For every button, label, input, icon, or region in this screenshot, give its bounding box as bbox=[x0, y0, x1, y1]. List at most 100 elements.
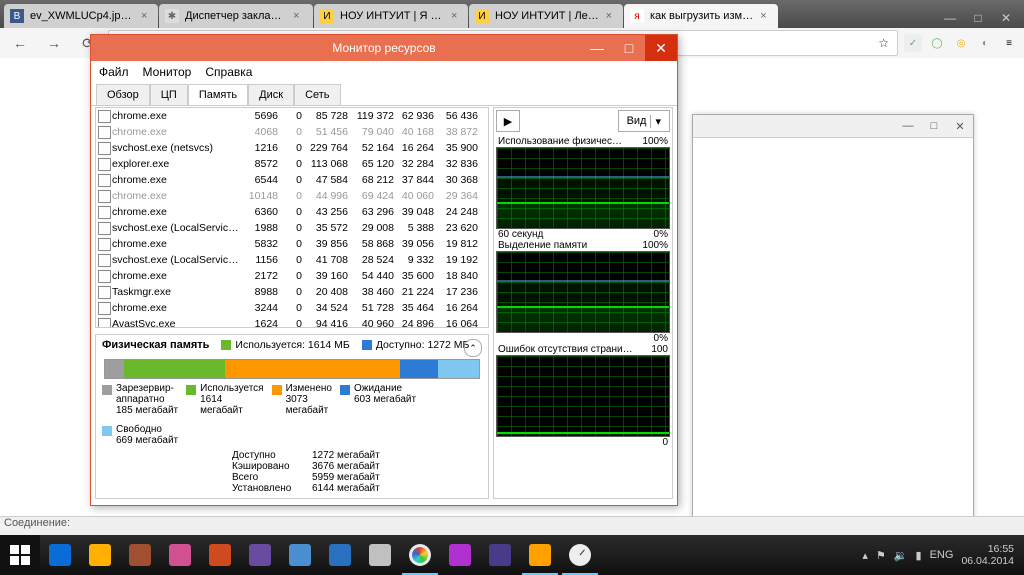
graph-panel: Выделение памяти100% 0% bbox=[496, 240, 670, 344]
checkbox[interactable] bbox=[96, 222, 112, 235]
taskbar-app-icon[interactable] bbox=[40, 535, 80, 575]
checkbox[interactable] bbox=[96, 286, 112, 299]
close-icon[interactable]: ✕ bbox=[992, 8, 1020, 28]
process-row[interactable]: chrome.exe 3244 0 34 524 51 728 35 464 1… bbox=[96, 300, 488, 316]
mem-stat-row: Всего5959 мегабайт bbox=[232, 472, 482, 483]
browser-tab[interactable]: якак выгрузить изменен…× bbox=[624, 4, 778, 28]
resmon-tab[interactable]: ЦП bbox=[150, 84, 188, 105]
process-list[interactable]: chrome.exe 5696 0 85 728 119 372 62 936 … bbox=[95, 107, 489, 328]
taskbar-app-icon[interactable] bbox=[560, 535, 600, 575]
resmon-title-text: Монитор ресурсов bbox=[332, 41, 435, 55]
process-row[interactable]: svchost.exe (LocalServiceNo… 1988 0 35 5… bbox=[96, 220, 488, 236]
process-row[interactable]: chrome.exe 4068 0 51 456 79 040 40 168 3… bbox=[96, 124, 488, 140]
process-row[interactable]: chrome.exe 2172 0 39 160 54 440 35 600 1… bbox=[96, 268, 488, 284]
resmon-maximize-icon[interactable]: □ bbox=[613, 35, 645, 61]
ext-icon-1[interactable]: ✓ bbox=[904, 34, 922, 52]
view-dropdown[interactable]: Вид▾ bbox=[618, 110, 670, 132]
taskbar-app-icon[interactable] bbox=[240, 535, 280, 575]
process-name: chrome.exe bbox=[112, 110, 242, 122]
maximize-icon[interactable]: □ bbox=[964, 8, 992, 28]
bookmark-icon[interactable]: ☆ bbox=[878, 36, 889, 50]
tab-close-icon[interactable]: × bbox=[451, 10, 460, 22]
resmon-left-pane: chrome.exe 5696 0 85 728 119 372 62 936 … bbox=[95, 107, 489, 499]
taskbar-app-icon[interactable] bbox=[280, 535, 320, 575]
resmon-minimize-icon[interactable]: — bbox=[581, 35, 613, 61]
collapse-button[interactable]: ⌃ bbox=[464, 339, 482, 357]
process-row[interactable]: chrome.exe 6360 0 43 256 63 296 39 048 2… bbox=[96, 204, 488, 220]
minimize-icon[interactable]: — bbox=[936, 8, 964, 28]
taskbar-app-icon[interactable] bbox=[320, 535, 360, 575]
checkbox[interactable] bbox=[96, 126, 112, 139]
forward-button[interactable]: → bbox=[40, 30, 68, 56]
graph-nav-button[interactable]: ▶ bbox=[496, 110, 520, 132]
resmon-close-icon[interactable]: ✕ bbox=[645, 35, 677, 61]
checkbox[interactable] bbox=[96, 190, 112, 203]
resmon-tab[interactable]: Память bbox=[188, 84, 248, 105]
checkbox[interactable] bbox=[96, 270, 112, 283]
tray-network-icon[interactable]: ▮ bbox=[916, 549, 922, 562]
memory-bar bbox=[104, 359, 480, 379]
resmon-tab[interactable]: Обзор bbox=[96, 84, 150, 105]
menu-item[interactable]: Справка bbox=[205, 65, 252, 79]
taskbar-app-icon[interactable] bbox=[80, 535, 120, 575]
resmon-titlebar[interactable]: Монитор ресурсов — □ ✕ bbox=[91, 35, 677, 61]
browser-tab[interactable]: ИНОУ ИНТУИТ | Я обучаю…× bbox=[314, 4, 468, 28]
checkbox[interactable] bbox=[96, 318, 112, 328]
taskbar-app-icon[interactable] bbox=[120, 535, 160, 575]
checkbox[interactable] bbox=[96, 142, 112, 155]
checkbox[interactable] bbox=[96, 254, 112, 267]
resmon-tab[interactable]: Диск bbox=[248, 84, 294, 105]
start-button[interactable] bbox=[0, 535, 40, 575]
ext-icon-4[interactable]: ◐ bbox=[976, 34, 994, 52]
ext-icon-2[interactable]: ◯ bbox=[928, 34, 946, 52]
tray-speaker-icon[interactable]: 🔉 bbox=[894, 549, 908, 562]
tab-close-icon[interactable]: × bbox=[606, 10, 615, 22]
process-row[interactable]: svchost.exe (LocalServiceNet… 1156 0 41 … bbox=[96, 252, 488, 268]
process-row[interactable]: Taskmgr.exe 8988 0 20 408 38 460 21 224 … bbox=[96, 284, 488, 300]
menu-icon[interactable]: ≡ bbox=[1000, 34, 1018, 52]
clock[interactable]: 16:55 06.04.2014 bbox=[961, 543, 1014, 567]
tab-close-icon[interactable]: × bbox=[760, 10, 770, 22]
checkbox[interactable] bbox=[96, 238, 112, 251]
process-row[interactable]: chrome.exe 5696 0 85 728 119 372 62 936 … bbox=[96, 108, 488, 124]
tab-close-icon[interactable]: × bbox=[293, 10, 305, 22]
browser-tab[interactable]: Вev_XWMLUCp4.jpg (720×…× bbox=[4, 4, 158, 28]
process-name: chrome.exe bbox=[112, 126, 242, 138]
process-row[interactable]: explorer.exe 8572 0 113 068 65 120 32 28… bbox=[96, 156, 488, 172]
taskbar-app-icon[interactable] bbox=[480, 535, 520, 575]
menu-item[interactable]: Монитор bbox=[143, 65, 192, 79]
checkbox[interactable] bbox=[96, 206, 112, 219]
taskbar-app-icon[interactable] bbox=[200, 535, 240, 575]
bg-close-icon[interactable]: ✕ bbox=[947, 115, 973, 137]
checkbox[interactable] bbox=[96, 110, 112, 123]
taskbar-app-icon[interactable] bbox=[160, 535, 200, 575]
process-row[interactable]: AvastSvc.exe 1624 0 94 416 40 960 24 896… bbox=[96, 316, 488, 327]
ext-icon-3[interactable]: ◎ bbox=[952, 34, 970, 52]
checkbox[interactable] bbox=[96, 302, 112, 315]
graph-panel: Использование физичес…100% 60 секунд0% bbox=[496, 136, 670, 240]
taskbar-app-icon[interactable] bbox=[400, 535, 440, 575]
bg-maximize-icon[interactable]: □ bbox=[921, 115, 947, 137]
legend-item: Свободно669 мегабайт bbox=[102, 424, 178, 446]
process-row[interactable]: chrome.exe 10148 0 44 996 69 424 40 060 … bbox=[96, 188, 488, 204]
process-row[interactable]: chrome.exe 6544 0 47 584 68 212 37 844 3… bbox=[96, 172, 488, 188]
browser-tab[interactable]: ИНОУ ИНТУИТ | Лекция |…× bbox=[469, 4, 623, 28]
bg-minimize-icon[interactable]: — bbox=[895, 115, 921, 137]
taskbar-app-icon[interactable] bbox=[440, 535, 480, 575]
process-row[interactable]: svchost.exe (netsvcs) 1216 0 229 764 52 … bbox=[96, 140, 488, 156]
tray-flag-icon[interactable]: ⚑ bbox=[876, 549, 886, 562]
back-button[interactable]: ← bbox=[6, 30, 34, 56]
legend-item: Ожидание603 мегабайт bbox=[340, 383, 416, 405]
language-indicator[interactable]: ENG bbox=[930, 549, 954, 561]
tab-close-icon[interactable]: × bbox=[141, 10, 150, 22]
process-row[interactable]: chrome.exe 5832 0 39 856 58 868 39 056 1… bbox=[96, 236, 488, 252]
process-name: AvastSvc.exe bbox=[112, 318, 242, 327]
menu-item[interactable]: Файл bbox=[99, 65, 129, 79]
taskbar-app-icon[interactable] bbox=[360, 535, 400, 575]
checkbox[interactable] bbox=[96, 158, 112, 171]
checkbox[interactable] bbox=[96, 174, 112, 187]
taskbar-app-icon[interactable] bbox=[520, 535, 560, 575]
browser-tab[interactable]: ✱Диспетчер закладок× bbox=[159, 4, 313, 28]
tray-up-icon[interactable]: ▴ bbox=[862, 549, 868, 562]
resmon-tab[interactable]: Сеть bbox=[294, 84, 340, 105]
